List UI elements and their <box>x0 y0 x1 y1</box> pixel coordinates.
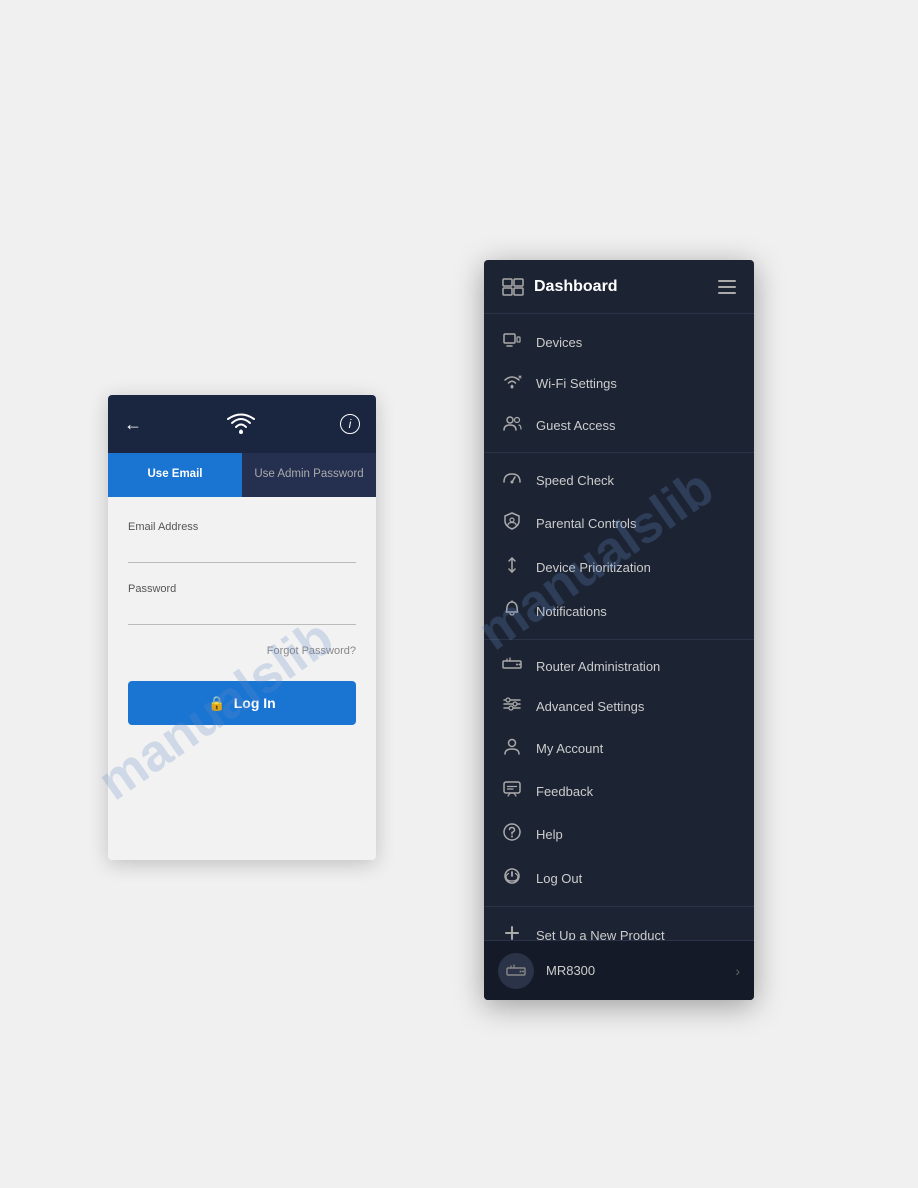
notifications-icon <box>502 600 522 622</box>
devices-icon <box>502 333 522 351</box>
device-prioritization-icon <box>502 556 522 578</box>
speed-check-icon <box>502 470 522 490</box>
setup-new-icon <box>502 924 522 940</box>
nav-item-guest-label: Guest Access <box>536 418 615 433</box>
nav-item-router-admin-label: Router Administration <box>536 659 660 674</box>
nav-title: Dashboard <box>534 278 618 296</box>
advanced-settings-icon <box>502 697 522 715</box>
password-label: Password <box>128 583 356 595</box>
login-tabs: Use Email Use Admin Password <box>108 453 376 497</box>
nav-item-devices-label: Devices <box>536 335 582 350</box>
nav-divider-1 <box>484 452 754 453</box>
router-chevron-right-icon: › <box>735 963 740 979</box>
my-account-icon <box>502 737 522 759</box>
wifi-icon <box>226 413 256 435</box>
login-header: ← i <box>108 395 376 453</box>
nav-header: Dashboard <box>484 260 754 314</box>
login-panel: ← i Use Email Use Admin Password Email A… <box>108 395 376 860</box>
nav-item-advanced-settings-label: Advanced Settings <box>536 699 644 714</box>
email-field-group: Email Address <box>128 521 356 563</box>
email-input[interactable] <box>128 539 356 563</box>
nav-divider-3 <box>484 906 754 907</box>
nav-item-wifi-settings[interactable]: Wi-Fi Settings <box>484 362 754 404</box>
dashboard-icon <box>502 278 524 296</box>
lock-icon: 🔒 <box>208 695 225 712</box>
help-icon <box>502 823 522 845</box>
nav-title-row: Dashboard <box>502 278 618 296</box>
forgot-password-link[interactable]: Forgot Password? <box>128 645 356 657</box>
login-button-label: Log In <box>234 695 276 711</box>
tab-use-admin-password[interactable]: Use Admin Password <box>242 453 376 497</box>
nav-item-setup-new[interactable]: Set Up a New Product <box>484 913 754 940</box>
nav-item-speed-check[interactable]: Speed Check <box>484 459 754 501</box>
nav-item-feedback-label: Feedback <box>536 784 593 799</box>
nav-item-feedback[interactable]: Feedback <box>484 770 754 812</box>
email-label: Email Address <box>128 521 356 533</box>
password-input[interactable] <box>128 601 356 625</box>
nav-item-log-out[interactable]: Log Out <box>484 856 754 900</box>
guest-access-icon <box>502 415 522 435</box>
nav-item-setup-new-label: Set Up a New Product <box>536 928 665 941</box>
router-icon <box>498 953 534 989</box>
nav-item-parental-label: Parental Controls <box>536 516 636 531</box>
parental-controls-icon <box>502 512 522 534</box>
nav-item-notifications[interactable]: Notifications <box>484 589 754 633</box>
nav-item-router-admin[interactable]: Router Administration <box>484 646 754 686</box>
nav-item-device-prioritization[interactable]: Device Prioritization <box>484 545 754 589</box>
hamburger-menu[interactable] <box>718 280 736 294</box>
nav-item-help[interactable]: Help <box>484 812 754 856</box>
nav-item-wifi-label: Wi-Fi Settings <box>536 376 617 391</box>
nav-item-notifications-label: Notifications <box>536 604 607 619</box>
login-button[interactable]: 🔒 Log In <box>128 681 356 725</box>
nav-panel: Dashboard Devices <box>484 260 754 1000</box>
wifi-settings-icon <box>502 373 522 393</box>
nav-item-help-label: Help <box>536 827 563 842</box>
feedback-icon <box>502 781 522 801</box>
nav-item-my-account[interactable]: My Account <box>484 726 754 770</box>
wifi-logo <box>226 413 256 435</box>
password-field-group: Password <box>128 583 356 625</box>
info-button[interactable]: i <box>340 414 360 434</box>
nav-footer-router[interactable]: MR8300 › <box>484 940 754 1000</box>
nav-item-my-account-label: My Account <box>536 741 603 756</box>
router-admin-icon <box>502 657 522 675</box>
nav-item-speed-label: Speed Check <box>536 473 614 488</box>
tab-use-email[interactable]: Use Email <box>108 453 242 497</box>
nav-items-list: Devices Wi-Fi Settings <box>484 314 754 940</box>
nav-item-devices[interactable]: Devices <box>484 322 754 362</box>
nav-item-guest-access[interactable]: Guest Access <box>484 404 754 446</box>
nav-item-advanced-settings[interactable]: Advanced Settings <box>484 686 754 726</box>
log-out-icon <box>502 867 522 889</box>
nav-divider-2 <box>484 639 754 640</box>
router-name: MR8300 <box>546 963 723 978</box>
nav-item-priority-label: Device Prioritization <box>536 560 651 575</box>
nav-item-log-out-label: Log Out <box>536 871 582 886</box>
login-form: Email Address Password Forgot Password? … <box>108 497 376 745</box>
back-button[interactable]: ← <box>124 414 142 435</box>
nav-item-parental-controls[interactable]: Parental Controls <box>484 501 754 545</box>
